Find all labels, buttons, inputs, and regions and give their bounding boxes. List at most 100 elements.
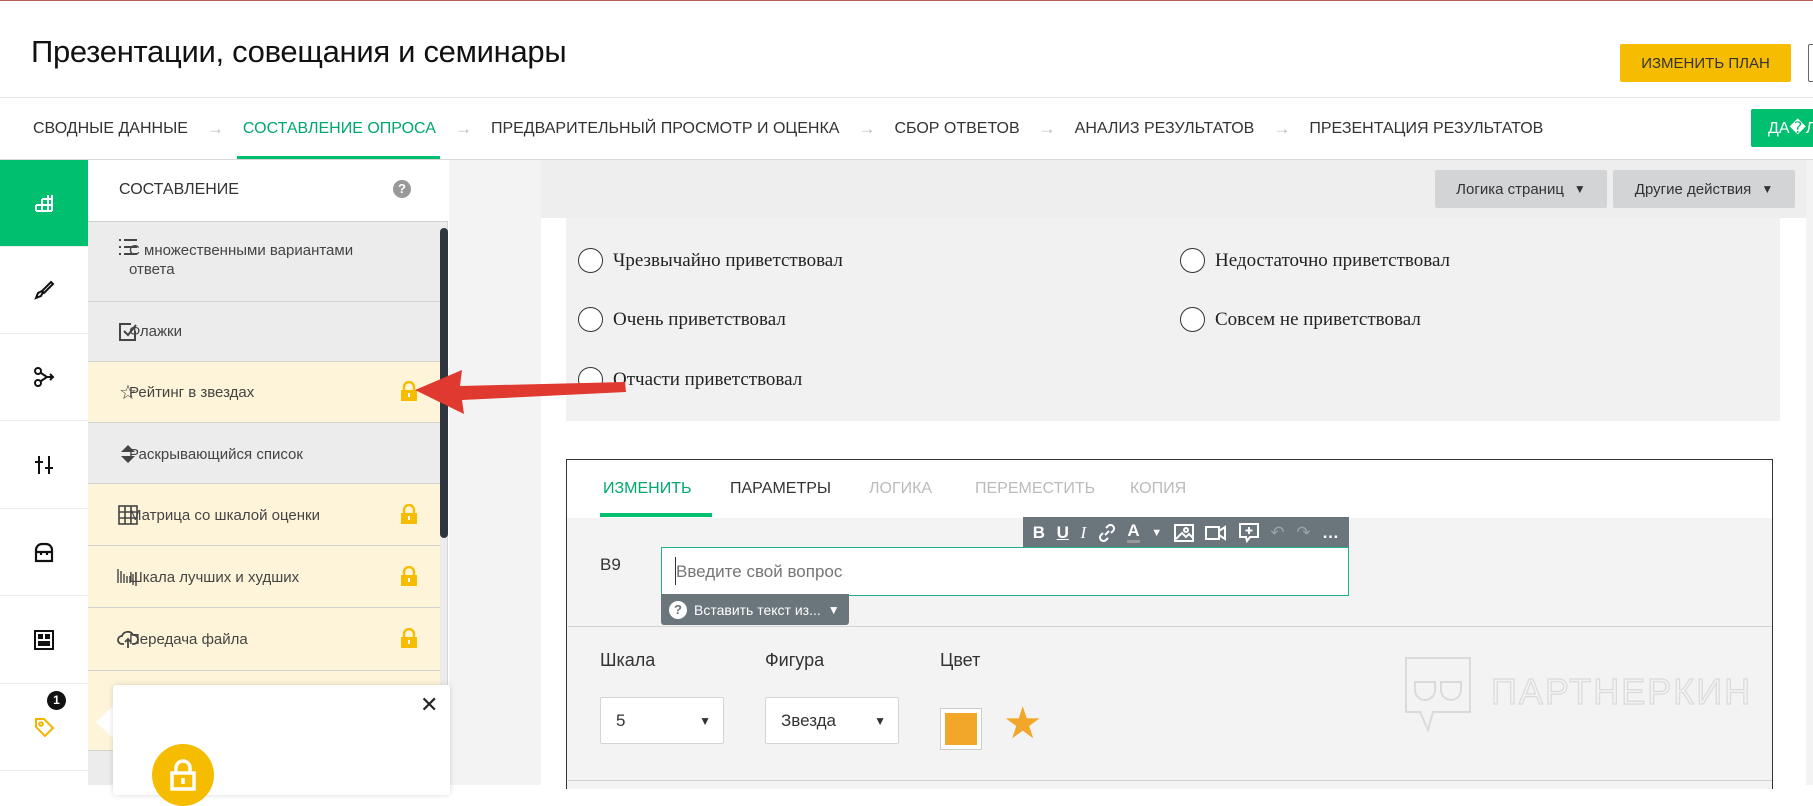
help-icon: ? [669, 600, 687, 619]
step-summary[interactable]: СВОДНЫЕ ДАННЫЕ [33, 98, 188, 159]
answer-option[interactable]: Недостаточно приветствовал [1180, 248, 1450, 273]
rail-layout[interactable] [0, 597, 88, 684]
answer-label: Отчасти приветствовал [613, 368, 803, 390]
item-label: Матрица со шкалой оценки [129, 507, 320, 524]
shape-label: Фигура [765, 650, 825, 670]
tab-copy[interactable]: КОПИЯ [1130, 480, 1186, 498]
next-button[interactable]: ДА�ЛЕЕ [1751, 109, 1813, 147]
insert-text-from-button[interactable]: ? Вставить текст из... ▼ [661, 594, 849, 625]
text-caret [675, 557, 676, 585]
color-label: Цвет [940, 650, 981, 670]
page-logic-button[interactable]: Логика страниц ▼ [1435, 170, 1607, 208]
tab-edit[interactable]: ИЗМЕНИТЬ [603, 480, 692, 498]
question-number: В9 [600, 555, 621, 574]
step-present[interactable]: ПРЕЗЕНТАЦИЯ РЕЗУЛЬТАТОВ [1309, 98, 1543, 159]
other-actions-button[interactable]: Другие действия ▼ [1613, 170, 1795, 208]
step-design-survey[interactable]: СОСТАВЛЕНИЕ ОПРОСА [236, 98, 440, 159]
add-comment-icon[interactable] [1238, 522, 1259, 543]
step-preview[interactable]: ПРЕДВАРИТЕЛЬНЫЙ ПРОСМОТР И ОЦЕНКА [491, 98, 840, 159]
question-type-best-worst[interactable]: Шкала лучших и худших [88, 546, 440, 608]
more-icon[interactable]: … [1322, 523, 1339, 543]
question-type-checkboxes[interactable]: Флажки [88, 302, 440, 362]
scale-label: Шкала [600, 650, 656, 670]
branch-icon [34, 367, 55, 387]
rail-library[interactable] [0, 509, 88, 596]
answer-option[interactable]: Очень приветствовал [578, 307, 786, 332]
tab-logic[interactable]: ЛОГИКА [869, 480, 932, 498]
caret-down-icon: ▼ [827, 602, 840, 617]
question-type-star-rating[interactable]: ☆ Рейтинг в звездах [88, 362, 440, 423]
item-label: Передача файла [129, 631, 248, 648]
change-plan-button[interactable]: ИЗМЕНИТЬ ПЛАН [1620, 44, 1791, 82]
link-icon[interactable] [1098, 523, 1116, 542]
close-icon[interactable]: ✕ [420, 692, 438, 718]
rail-options[interactable] [0, 422, 88, 509]
italic-icon[interactable]: I [1081, 523, 1087, 543]
overflow-button-edge[interactable] [1808, 44, 1813, 82]
radio-button[interactable] [1180, 248, 1205, 273]
item-label: Шкала лучших и худших [129, 569, 300, 586]
arrow-right-icon: → [454, 118, 472, 138]
redo-icon[interactable]: ↷ [1296, 523, 1310, 543]
page-logic-label: Логика страниц [1456, 180, 1564, 198]
watermark-logo: ПАРТНЕРКИН [1405, 657, 1751, 732]
shape-select[interactable]: Звезда ▼ [765, 697, 899, 744]
answer-option[interactable]: Совсем не приветствовал [1180, 307, 1421, 332]
underline-icon[interactable]: U [1057, 523, 1069, 543]
editor-tabs: ИЗМЕНИТЬ ПАРАМЕТРЫ ЛОГИКА ПЕРЕМЕСТИТЬ КО… [567, 460, 1772, 518]
image-icon[interactable] [1173, 523, 1194, 542]
scale-select[interactable]: 5 ▼ [600, 697, 724, 744]
answer-options-preview: Чрезвычайно приветствовал Очень приветст… [566, 218, 1780, 421]
rail-logic[interactable] [0, 334, 88, 421]
help-icon[interactable]: ? [393, 180, 411, 198]
lock-icon [400, 503, 418, 529]
question-type-dropdown[interactable]: Раскрывающийся список [88, 423, 440, 484]
sliders-icon [35, 456, 53, 474]
arrow-right-icon: → [1273, 118, 1291, 138]
layout-icon [34, 630, 54, 650]
bold-icon[interactable]: B [1033, 523, 1045, 543]
divider [568, 780, 1772, 781]
undo-icon[interactable]: ↶ [1270, 523, 1284, 543]
notification-badge: 1 [47, 691, 66, 710]
tab-options[interactable]: ПАРАМЕТРЫ [730, 480, 831, 498]
question-text-input[interactable] [661, 547, 1349, 596]
lock-icon [400, 565, 418, 591]
caret-down-icon[interactable]: ▼ [1151, 527, 1162, 539]
arrow-right-icon: → [1038, 118, 1056, 138]
question-type-file-upload[interactable]: Передача файла [88, 608, 440, 671]
radio-button[interactable] [578, 248, 603, 273]
page-title: Презентации, совещания и семинары [31, 34, 567, 69]
rail-offers[interactable] [0, 684, 88, 771]
question-type-matrix[interactable]: Матрица со шкалой оценки [88, 484, 440, 546]
item-label: Раскрывающийся список [129, 446, 303, 463]
rail-build[interactable] [0, 160, 88, 247]
step-analyze[interactable]: АНАЛИЗ РЕЗУЛЬТАТОВ [1075, 98, 1255, 159]
question-type-multiple-choice[interactable]: С множественными вариантами ответа [88, 222, 440, 302]
step-collect[interactable]: СБОР ОТВЕТОВ [894, 98, 1019, 159]
video-icon[interactable] [1205, 524, 1227, 541]
caret-down-icon: ▼ [1573, 182, 1586, 196]
color-picker[interactable] [940, 708, 982, 750]
lock-badge-icon [152, 744, 214, 806]
tag-icon [35, 718, 55, 738]
answer-label: Недостаточно приветствовал [1215, 249, 1451, 271]
arrow-right-icon: → [206, 118, 224, 138]
breadcrumb: СВОДНЫЕ ДАННЫЕ → СОСТАВЛЕНИЕ ОПРОСА → ПР… [33, 98, 1543, 159]
other-actions-label: Другие действия [1634, 180, 1752, 198]
radio-button[interactable] [1180, 307, 1205, 332]
popup-pointer [96, 706, 113, 738]
answer-option[interactable]: Чрезвычайно приветствовал [578, 248, 843, 273]
text-color-icon[interactable]: A [1127, 522, 1140, 543]
lock-icon [400, 627, 418, 653]
color-swatch [945, 713, 977, 745]
radio-button[interactable] [578, 307, 603, 332]
rail-design[interactable] [0, 247, 88, 334]
active-tab-indicator [600, 513, 712, 517]
tab-move[interactable]: ПЕРЕМЕСТИТЬ [975, 480, 1095, 498]
scale-value: 5 [616, 710, 626, 730]
left-rail [0, 160, 88, 785]
divider [568, 626, 1772, 627]
brush-icon [34, 280, 55, 300]
rich-text-toolbar: B U I A ▼ ↶ ↷ … [1023, 517, 1349, 548]
